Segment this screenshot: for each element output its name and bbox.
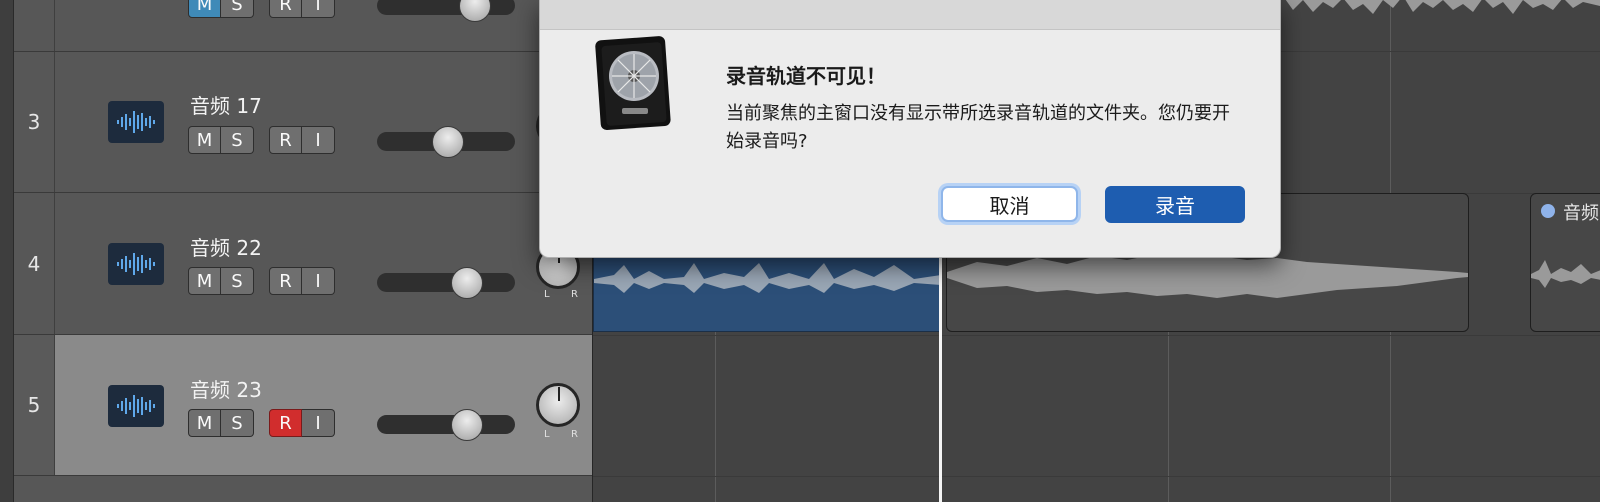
audio-region[interactable]: 音频 (1530, 193, 1600, 332)
pan-knob[interactable] (536, 383, 580, 427)
pan-labels: L R (544, 289, 578, 300)
track-name[interactable]: 音频 17 (190, 90, 262, 119)
window-left-edge (0, 0, 14, 502)
region-color-dot (1541, 204, 1555, 218)
region-waveform (594, 263, 941, 293)
volume-slider[interactable] (377, 0, 515, 22)
volume-slider-knob[interactable] (432, 126, 464, 158)
lane-divider (593, 335, 1600, 336)
region-name: 音频 (1563, 203, 1599, 224)
track-number: 5 (14, 335, 55, 475)
mute-button[interactable]: M (188, 0, 221, 18)
solo-button[interactable]: S (221, 409, 254, 437)
track-controls: M S R I (188, 267, 335, 295)
track-row[interactable]: 3 音频 17 M S R I L R (14, 52, 592, 193)
track-number (14, 0, 55, 51)
record-enable-button[interactable]: R (269, 126, 302, 154)
track-header-column: M S R I L R 3 音频 17 M S (14, 0, 593, 502)
volume-slider-knob[interactable] (451, 267, 483, 299)
volume-slider[interactable] (377, 126, 515, 158)
mute-button[interactable]: M (188, 267, 221, 295)
track-row[interactable]: 4 音频 22 M S R I L R (14, 193, 592, 335)
record-enable-button[interactable]: R (269, 267, 302, 295)
input-monitor-button[interactable]: I (302, 409, 335, 437)
volume-slider[interactable] (377, 409, 515, 441)
record-enable-button[interactable]: R (269, 0, 302, 18)
track-row[interactable]: M S R I L R (14, 0, 592, 52)
track-number: 3 (14, 52, 55, 192)
input-monitor-button[interactable]: I (302, 267, 335, 295)
dialog-title: 录音轨道不可见！ (726, 64, 886, 88)
audio-waveform-icon (108, 385, 164, 427)
audio-region-selected[interactable] (593, 250, 941, 332)
solo-button[interactable]: S (221, 126, 254, 154)
pan-right-label: R (571, 289, 578, 300)
input-monitor-button[interactable]: I (302, 126, 335, 154)
logic-pro-window: M S R I L R 3 音频 17 M S (0, 0, 1600, 502)
dialog-title-bar (540, 0, 1280, 30)
track-row[interactable] (14, 476, 592, 502)
solo-button[interactable]: S (221, 267, 254, 295)
input-monitor-button[interactable]: I (302, 0, 335, 18)
track-number: 4 (14, 193, 55, 334)
alert-dialog: 录音轨道不可见！ 当前聚焦的主窗口没有显示带所选录音轨道的文件夹。您仍要开始录音… (539, 0, 1281, 258)
volume-slider-knob[interactable] (451, 409, 483, 441)
lane-divider (593, 476, 1600, 477)
audio-region[interactable] (1233, 0, 1600, 28)
track-controls: M S R I (188, 0, 335, 18)
track-controls: M S R I (188, 126, 335, 154)
solo-button[interactable]: S (221, 0, 254, 18)
audio-waveform-icon (108, 243, 164, 285)
pan-left-label: L (544, 289, 550, 300)
mute-button[interactable]: M (188, 409, 221, 437)
track-row-selected[interactable]: 5 音频 23 M S R I L R (14, 335, 592, 476)
logic-pro-icon (594, 36, 680, 132)
pan-left-label: L (544, 429, 550, 440)
volume-slider-knob[interactable] (459, 0, 491, 22)
volume-slider[interactable] (377, 267, 515, 299)
track-name[interactable]: 音频 22 (190, 232, 262, 261)
pan-right-label: R (571, 429, 578, 440)
record-button[interactable]: 录音 (1105, 186, 1245, 223)
region-waveform (1233, 0, 1600, 14)
track-controls: M S R I (188, 409, 335, 437)
track-name[interactable]: 音频 23 (190, 374, 262, 403)
dialog-message: 当前聚焦的主窗口没有显示带所选录音轨道的文件夹。您仍要开始录音吗? (726, 103, 1230, 152)
mute-button[interactable]: M (188, 126, 221, 154)
audio-waveform-icon (108, 101, 164, 143)
record-enable-button-active[interactable]: R (269, 409, 302, 437)
cancel-button[interactable]: 取消 (941, 186, 1078, 222)
pan-labels: L R (544, 429, 578, 440)
